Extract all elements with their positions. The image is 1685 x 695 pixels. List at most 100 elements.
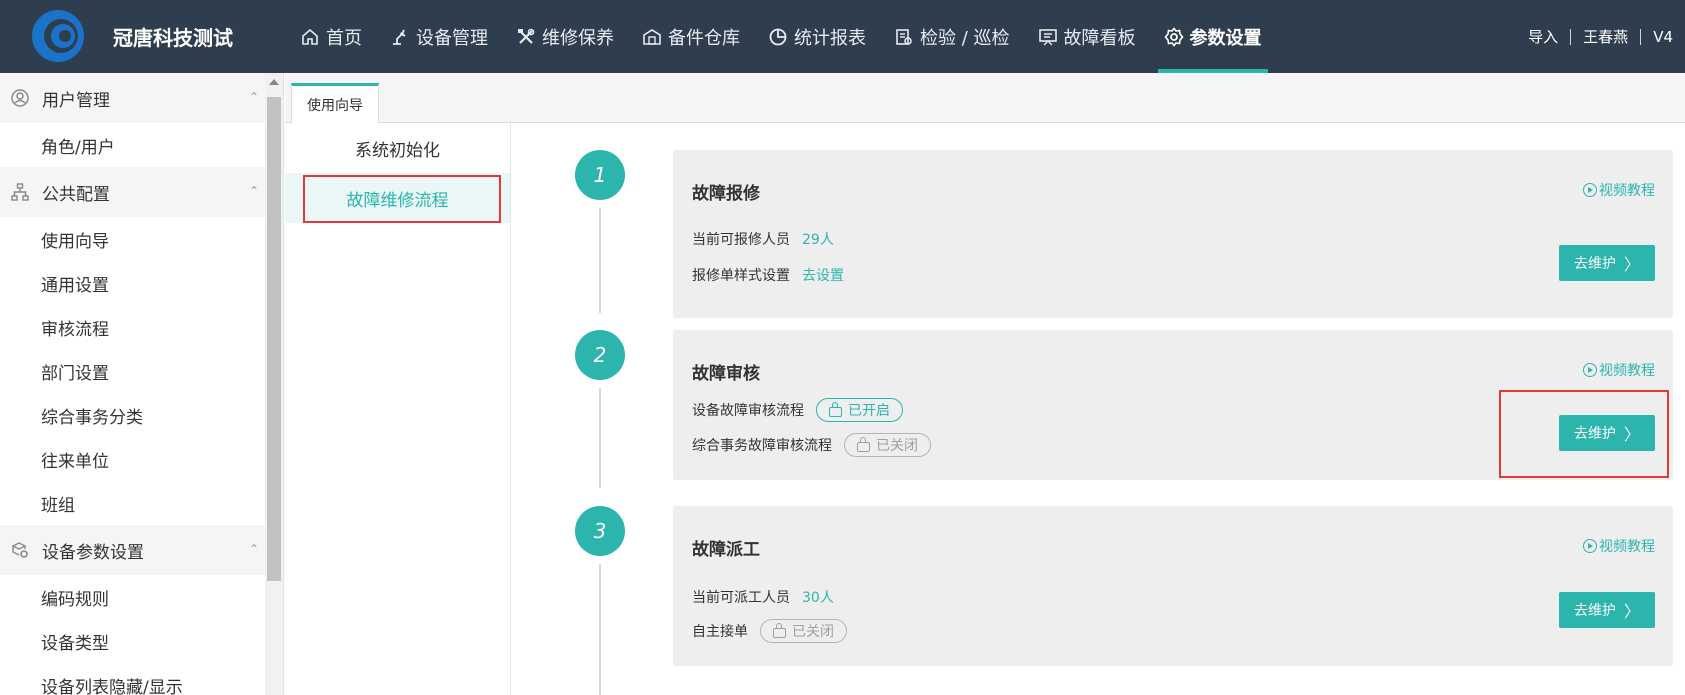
nav-spare-parts[interactable]: 备件仓库 [628,0,754,73]
sidebar-item-general-settings[interactable]: 通用设置 [0,261,265,305]
nav-label: 首页 [326,27,362,49]
inspection-icon [896,28,912,45]
collapse-arrow-icon[interactable]: ⌃ [249,542,259,556]
play-circle-icon [1583,539,1597,553]
nav-settings[interactable]: 参数设置 [1150,0,1276,73]
company-logo-icon[interactable] [30,8,86,64]
info-row: 综合事务故障审核流程 已关闭 [692,433,931,457]
steps-panel: 1 故障报修 视频教程 当前可报修人员 29人 报修单样式设置 去设置 去维护 … [512,123,1685,695]
top-navbar: 冠唐科技测试 首页 设备管理 维修保养 备件仓库 统计报表 检验 / 巡检 故障 [0,0,1685,73]
sidebar-group-device-params[interactable]: 设备参数设置 ⌃ [0,525,265,575]
home-icon [302,28,318,45]
step-card-fault-dispatch: 故障派工 视频教程 当前可派工人员 30人 自主接单 已关闭 去维护 〉 [673,506,1673,666]
nav-maintenance[interactable]: 维修保养 [502,0,628,73]
sidebar-group-user-management[interactable]: 用户管理 ⌃ [0,73,265,123]
guide-menu: 系统初始化 故障维修流程 [285,123,511,695]
card-title: 故障报修 [692,184,760,204]
scroll-up-arrow-icon[interactable] [269,79,279,85]
version-label: V4 [1640,28,1685,45]
sidebar-item-code-rules[interactable]: 编码规则 [0,575,265,619]
nav-inspection[interactable]: 检验 / 巡检 [880,0,1024,73]
import-link[interactable]: 导入 [1516,29,1570,45]
reporter-count-value[interactable]: 29人 [802,229,834,249]
device-settings-icon [11,542,28,558]
gear-icon [1163,26,1184,47]
nav-device-management[interactable]: 设备管理 [376,0,502,73]
warehouse-icon [643,28,661,45]
button-label: 去维护 [1573,256,1616,272]
sidebar-item-device-list-visibility[interactable]: 设备列表隐藏/显示 [0,663,265,695]
go-maintain-button[interactable]: 去维护 〉 [1559,245,1655,281]
sidebar: 用户管理 ⌃ 角色/用户 公共配置 ⌃ 使用向导 通用设置 审核流程 部门设置 … [0,73,284,695]
tools-icon [518,28,535,44]
go-maintain-button[interactable]: 去维护 〉 [1559,592,1655,628]
highlight-box [1499,390,1669,478]
sidebar-group-public-config[interactable]: 公共配置 ⌃ [0,167,265,217]
status-badge-enabled[interactable]: 已开启 [816,398,903,422]
info-row: 设备故障审核流程 已开启 [692,398,903,422]
nav-label: 设备管理 [416,27,488,49]
sidebar-scrollbar[interactable] [265,73,283,695]
chevron-right-icon: 〉 [1623,255,1640,274]
collapse-arrow-icon[interactable]: ⌃ [249,90,259,104]
main-nav: 首页 设备管理 维修保养 备件仓库 统计报表 检验 / 巡检 故障看板 参数设置 [286,0,1276,73]
user-name[interactable]: 王春燕 [1570,28,1640,45]
video-tutorial-link[interactable]: 视频教程 [1583,360,1655,380]
video-tutorial-label: 视频教程 [1599,363,1655,379]
nav-label: 故障看板 [1063,27,1136,49]
go-settings-link[interactable]: 去设置 [802,265,844,285]
status-text: 已关闭 [792,624,834,640]
top-right-links: 导入 王春燕 V4 [1516,0,1685,73]
guide-menu-item-fault-repair-flow[interactable]: 故障维修流程 [285,173,510,223]
video-tutorial-link[interactable]: 视频教程 [1583,536,1655,556]
sidebar-item-device-types[interactable]: 设备类型 [0,619,265,663]
row-label: 设备故障审核流程 [692,403,804,419]
dispatcher-count-value[interactable]: 30人 [802,587,834,607]
status-badge-disabled[interactable]: 已关闭 [760,619,847,643]
scroll-thumb[interactable] [267,97,281,581]
sidebar-item-usage-guide[interactable]: 使用向导 [0,217,265,261]
step-card-fault-review: 故障审核 视频教程 设备故障审核流程 已开启 综合事务故障审核流程 已关闭 去维… [673,330,1673,480]
play-circle-icon [1583,183,1597,197]
step-connector [599,564,601,695]
video-tutorial-label: 视频教程 [1599,539,1655,555]
main-content: 使用向导 系统初始化 故障维修流程 1 故障报修 视频教程 当前可报修人员 29… [285,73,1685,695]
sidebar-item-department[interactable]: 部门设置 [0,349,265,393]
video-tutorial-link[interactable]: 视频教程 [1583,180,1655,200]
sidebar-item-affairs-category[interactable]: 综合事务分类 [0,393,265,437]
video-tutorial-label: 视频教程 [1599,183,1655,199]
sidebar-item-team[interactable]: 班组 [0,481,265,525]
user-circle-icon [11,89,29,107]
nav-reports[interactable]: 统计报表 [754,0,880,73]
row-label: 报修单样式设置 [692,268,790,284]
pie-chart-icon [769,28,787,45]
guide-menu-item-system-init[interactable]: 系统初始化 [285,123,510,173]
collapse-arrow-icon[interactable]: ⌃ [249,184,259,198]
sidebar-menu: 用户管理 ⌃ 角色/用户 公共配置 ⌃ 使用向导 通用设置 审核流程 部门设置 … [0,73,265,695]
board-icon [1038,28,1057,45]
status-badge-disabled[interactable]: 已关闭 [844,433,931,457]
sidebar-group-label: 公共配置 [42,184,110,205]
info-row: 当前可报修人员 29人 [692,229,834,249]
highlight-box [303,175,501,223]
step-card-fault-report: 故障报修 视频教程 当前可报修人员 29人 报修单样式设置 去设置 去维护 〉 [673,150,1673,318]
nav-label: 统计报表 [794,27,866,49]
nav-label: 维修保养 [542,27,614,49]
info-row: 报修单样式设置 去设置 [692,265,844,285]
row-label: 自主接单 [692,624,748,640]
row-label: 当前可报修人员 [692,232,790,248]
sidebar-item-partners[interactable]: 往来单位 [0,437,265,481]
info-row: 自主接单 已关闭 [692,619,847,643]
sidebar-item-role-user[interactable]: 角色/用户 [0,123,265,167]
tab-usage-guide[interactable]: 使用向导 [291,83,379,123]
play-circle-icon [1583,363,1597,377]
status-text: 已开启 [848,403,890,419]
card-title: 故障派工 [692,540,760,560]
button-label: 去维护 [1573,603,1616,619]
unlock-icon [829,402,842,417]
nav-label: 参数设置 [1189,27,1262,49]
nav-fault-board[interactable]: 故障看板 [1024,0,1150,73]
step-connector [599,388,601,488]
sidebar-item-approval-flow[interactable]: 审核流程 [0,305,265,349]
nav-home[interactable]: 首页 [286,0,376,73]
